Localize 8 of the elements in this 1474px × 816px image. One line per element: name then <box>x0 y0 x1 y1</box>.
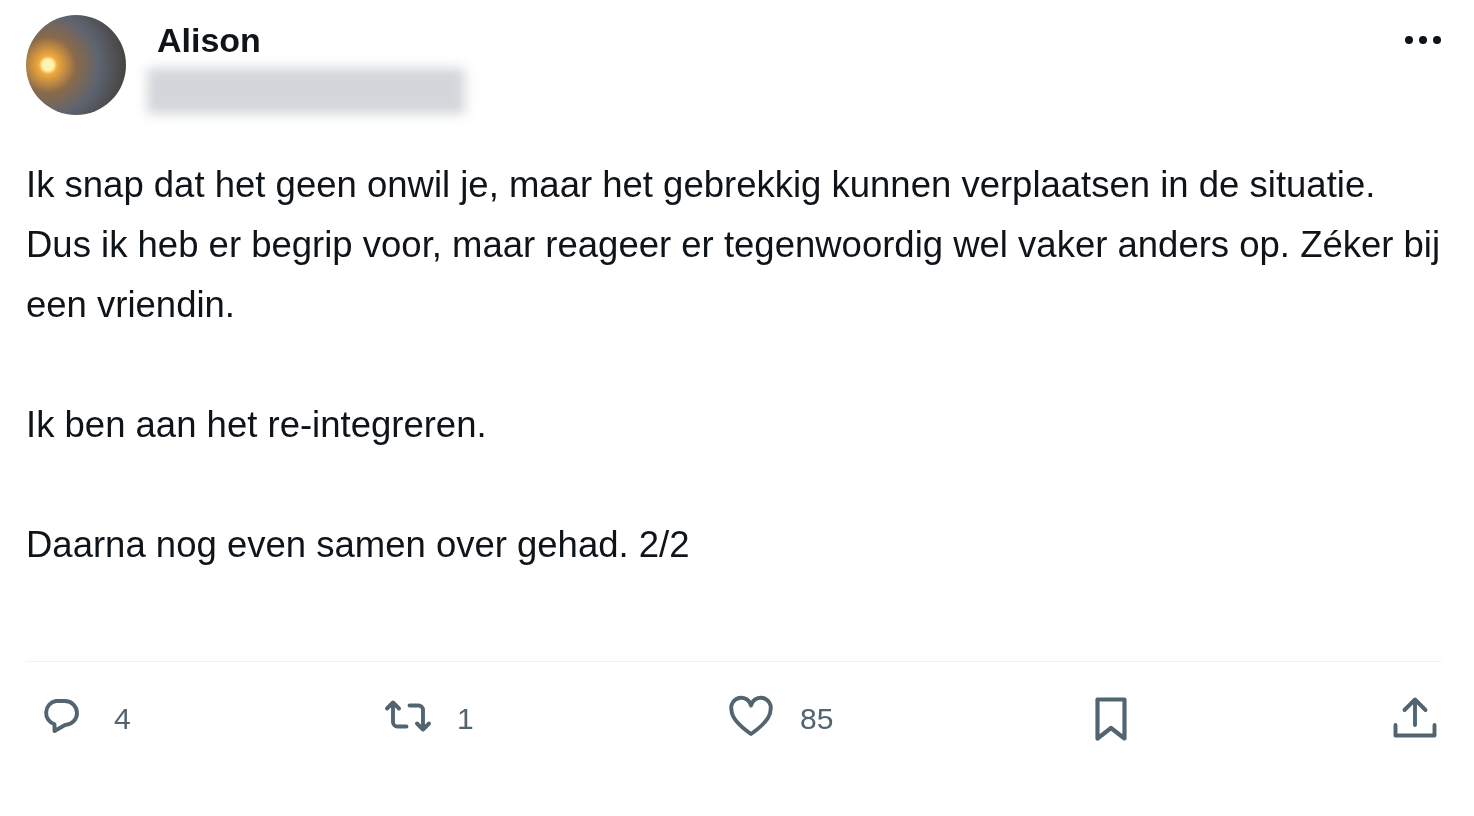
post-paragraph: Ik snap dat het geen onwil je, maar het gebrekkig kunnen verplaatsen in de situatie. Dus ik heb er begrip voor, maar reageer er tegenwoordig wel vaker anders op. Zéker bij een vriendin. <box>26 163 1442 327</box>
reply-button[interactable]: 4 <box>38 692 131 746</box>
post-paragraph: Daarna nog even samen over gehad. 2/2 <box>26 523 691 567</box>
author-name[interactable]: Alison <box>157 20 261 60</box>
like-button[interactable]: 85 <box>724 692 834 746</box>
post-paragraph: Ik ben aan het re-integreren. <box>26 403 488 447</box>
repost-button[interactable]: 1 <box>381 692 474 746</box>
more-icon[interactable] <box>1404 35 1442 45</box>
